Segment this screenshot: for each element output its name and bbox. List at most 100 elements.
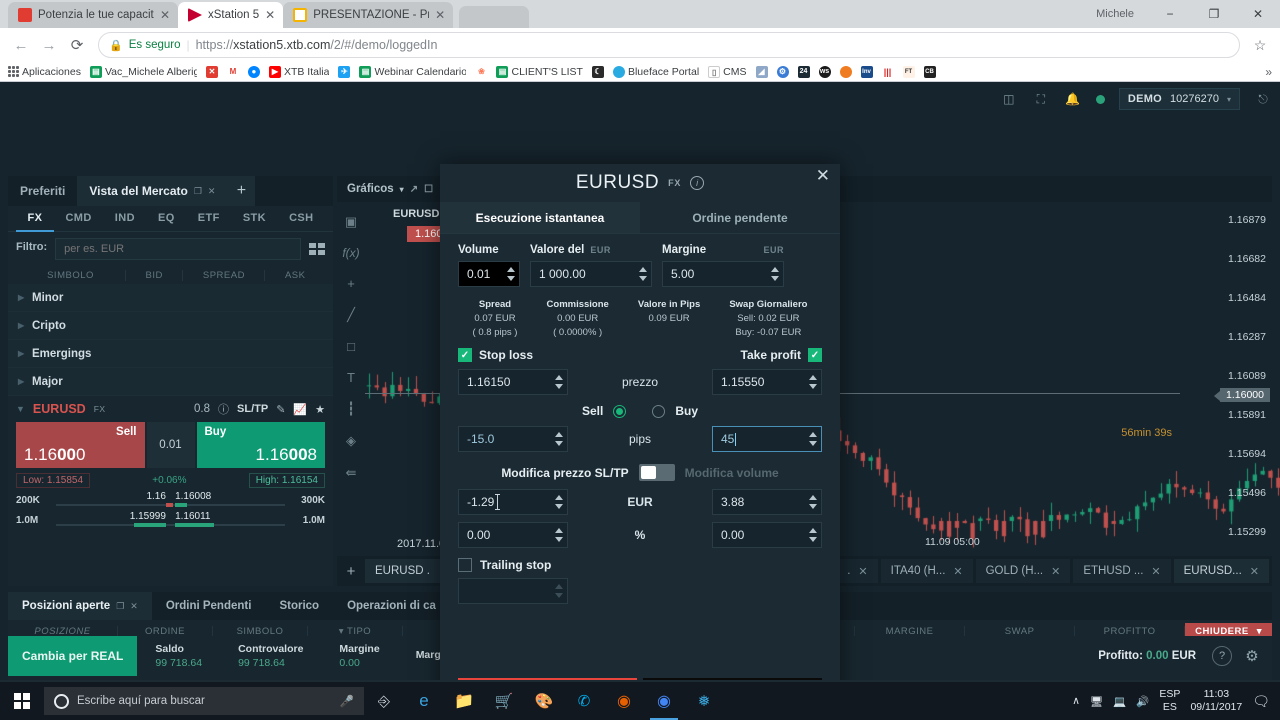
maximize-button[interactable]: ❐ (1192, 0, 1236, 28)
sl-eur-input[interactable]: -1.29 (458, 489, 568, 515)
modify-mode-toggle[interactable] (638, 464, 675, 481)
tab-operazioni-di-cassa[interactable]: Operazioni di ca (333, 592, 450, 620)
trailing-stop-checkbox[interactable] (458, 558, 472, 572)
info-icon[interactable]: i (690, 176, 705, 190)
close-icon[interactable]: ✕ (816, 166, 830, 186)
chrome-icon[interactable]: ◉ (644, 682, 684, 720)
bookmark-16[interactable]: ws (818, 65, 831, 78)
firefox-icon[interactable]: ◉ (604, 682, 644, 720)
bookmark-apps[interactable]: Aplicaciones (8, 66, 81, 78)
col-bid[interactable]: BID (126, 269, 184, 281)
chart-tab-0[interactable]: . ✕ (837, 559, 878, 583)
star-icon[interactable]: ★ (315, 403, 325, 416)
filter-input[interactable] (55, 238, 301, 260)
bookmark-8[interactable]: ❀ (475, 65, 488, 78)
close-icon[interactable]: ✕ (1051, 565, 1060, 578)
clock[interactable]: 11:03 09/11/2017 (1190, 688, 1242, 714)
chart-tab-ita40[interactable]: ITA40 (H... ✕ (880, 559, 973, 583)
edge-icon[interactable]: e (404, 682, 444, 720)
share-icon[interactable]: ⇚ (346, 465, 357, 481)
add-icon[interactable]: + (347, 276, 355, 291)
bookmark-4[interactable]: ● (247, 65, 260, 78)
sell-radio[interactable] (613, 404, 627, 418)
col-simbolo[interactable]: SIMBOLO (213, 625, 308, 637)
bookmark-18[interactable]: Inv (860, 65, 873, 78)
tab-esecuzione-istantanea[interactable]: Esecuzione istantanea (440, 202, 640, 233)
close-icon[interactable]: ✕ (435, 9, 445, 21)
nominal-value-input[interactable]: 1 000.00 (530, 261, 652, 287)
col-ordine[interactable]: ORDINE (118, 625, 213, 637)
action-center-icon[interactable]: 🗨 (1252, 693, 1270, 710)
layout-icon[interactable]: ◫ (1000, 90, 1018, 108)
stepper-arrows[interactable] (771, 264, 779, 284)
bookmark-2[interactable]: ✕ (205, 65, 218, 78)
back-icon[interactable]: ← (8, 32, 34, 58)
text-icon[interactable]: T (347, 370, 355, 385)
layers-icon[interactable]: ◈ (346, 433, 356, 449)
asset-tab-ind[interactable]: IND (103, 206, 146, 232)
explorer-icon[interactable]: 📁 (444, 682, 484, 720)
col-spread[interactable]: SPREAD (183, 269, 266, 281)
bookmark-13[interactable]: ◢ (755, 65, 768, 78)
sl-pips-input[interactable]: -15.0 (458, 426, 568, 452)
bookmark-6[interactable]: ✈ (338, 65, 351, 78)
close-icon[interactable]: ✕ (130, 601, 138, 612)
bookmark-7[interactable]: ▤ Webinar Calendario (359, 65, 466, 78)
chevron-down-icon[interactable]: ▼ (16, 404, 25, 414)
asset-tab-stk[interactable]: STK (231, 206, 277, 232)
stepper-arrows[interactable] (555, 581, 563, 601)
tab-vista-del-mercato[interactable]: Vista del Mercato ❐ ✕ (77, 176, 228, 206)
windows-start-icon[interactable] (0, 682, 44, 720)
skype-icon[interactable]: ✆ (564, 682, 604, 720)
stop-loss-checkbox[interactable]: ✓ (458, 348, 472, 362)
sell-order-button[interactable]: Sell 1.16000 (458, 678, 637, 680)
task-view-icon[interactable]: ⎆ (364, 682, 404, 720)
bell-icon[interactable]: 🔔 (1064, 90, 1082, 108)
col-margine[interactable]: MARGINE (855, 625, 966, 637)
col-profitto[interactable]: PROFITTO (1075, 625, 1186, 637)
stepper-arrows[interactable] (555, 429, 563, 449)
close-window-button[interactable]: ✕ (1236, 0, 1280, 28)
bookmark-3[interactable]: M (226, 65, 239, 78)
price-axis[interactable]: 1.16879 1.16682 1.16484 1.16287 1.16089 … (1180, 202, 1272, 552)
power-icon[interactable]: ⎋ (1254, 90, 1272, 108)
group-row-emergings[interactable]: ▶ Emergings (8, 340, 333, 368)
tp-pct-input[interactable]: 0.00 (712, 522, 822, 548)
tab-preferiti[interactable]: Preferiti (8, 176, 77, 206)
fullscreen-icon[interactable]: ⛶ (1032, 90, 1050, 108)
rectangle-icon[interactable]: □ (347, 339, 355, 354)
group-row-cripto[interactable]: ▶ Cripto (8, 312, 333, 340)
buy-radio-label[interactable]: Buy (675, 404, 698, 418)
popout-icon[interactable]: ↗ (410, 184, 418, 195)
restore-icon[interactable]: ❐ (116, 601, 124, 612)
bookmarks-overflow-icon[interactable]: » (1259, 65, 1272, 79)
bookmark-15[interactable]: 24 (797, 65, 810, 78)
stepper-arrows[interactable] (809, 429, 817, 449)
add-panel-button[interactable]: + (227, 176, 256, 206)
close-icon[interactable]: ✕ (208, 186, 216, 197)
chart-type-icon[interactable]: ▣ (345, 214, 357, 230)
buy-price-button[interactable]: Buy 1.16008 (196, 422, 325, 468)
sell-radio-label[interactable]: Sell (582, 404, 603, 418)
account-selector[interactable]: DEMO 10276270 ▾ (1118, 88, 1240, 110)
col-posizione[interactable]: POSIZIONE (8, 625, 118, 637)
reload-icon[interactable]: ⟳ (64, 32, 90, 58)
close-icon[interactable]: ✕ (953, 565, 962, 578)
chart-tab-eurusd-left[interactable]: EURUSD . (365, 559, 449, 583)
language-indicator[interactable]: ESP ES (1159, 688, 1180, 714)
bookmark-9[interactable]: ▤ CLIENT'S LIST (496, 65, 583, 78)
stepper-arrows[interactable] (507, 264, 515, 284)
add-chart-button[interactable]: + (337, 563, 365, 580)
close-icon[interactable]: ✕ (265, 9, 275, 21)
close-icon[interactable]: ✕ (1151, 565, 1160, 578)
minimize-button[interactable]: − (1148, 0, 1192, 28)
col-simbolo[interactable]: SIMBOLO (16, 269, 126, 281)
store-icon[interactable]: 🛒 (484, 682, 524, 720)
grid-view-icon[interactable] (309, 243, 325, 255)
vertical-line-icon[interactable]: ┇ (347, 401, 355, 417)
tp-pips-input[interactable]: 45 (712, 426, 822, 452)
microphone-icon[interactable]: 🎤 (340, 694, 354, 708)
sell-price-button[interactable]: Sell 1.16000 (16, 422, 145, 468)
sl-pct-input[interactable]: 0.00 (458, 522, 568, 548)
group-row-major[interactable]: ▶ Major (8, 368, 333, 396)
